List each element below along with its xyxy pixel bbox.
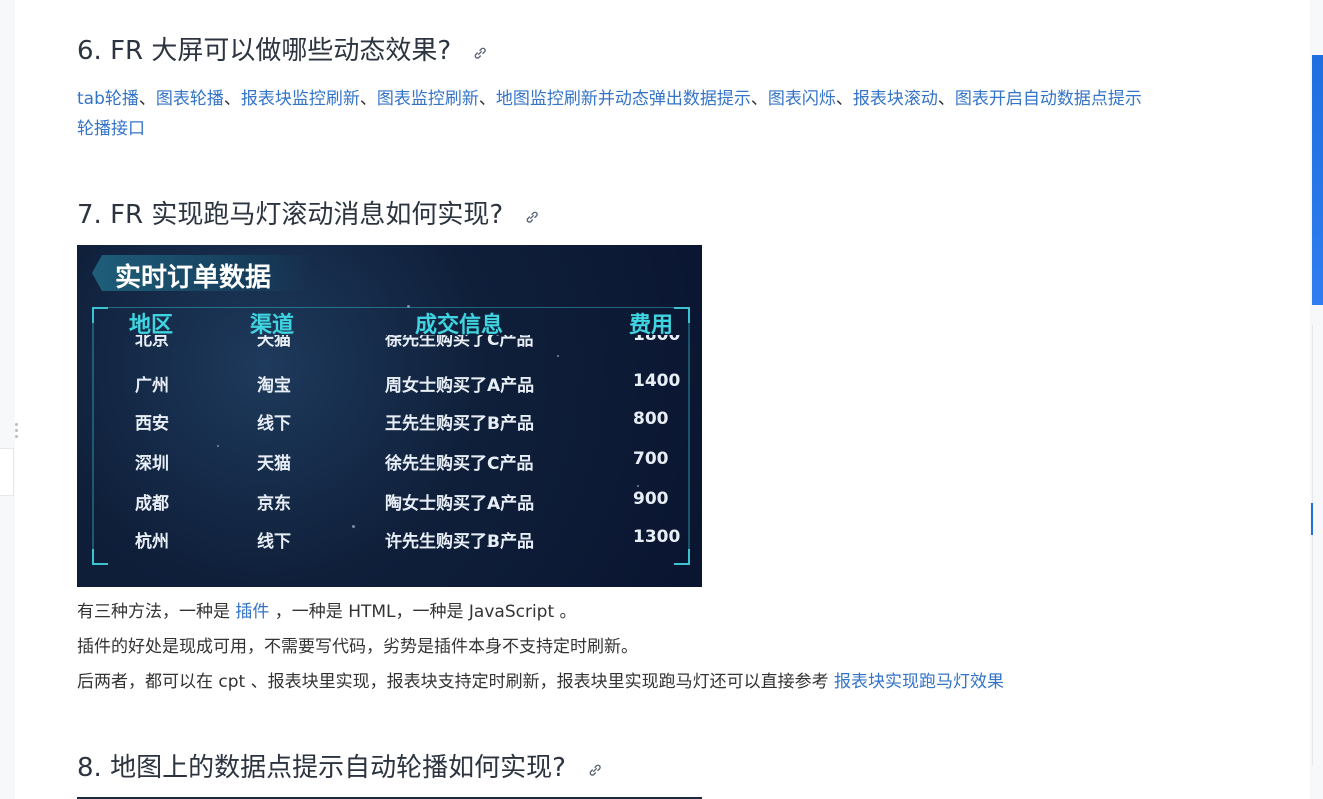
col-header-channel: 渠道 <box>250 313 295 338</box>
block-marquee-link[interactable]: 报表块实现跑马灯效果 <box>834 672 1004 692</box>
link-icon[interactable] <box>588 754 602 784</box>
section-6-title: 6. FR 大屏可以做哪些动态效果? <box>77 36 452 66</box>
left-gutter <box>0 0 15 799</box>
cell-channel: 线下 <box>257 414 291 434</box>
separator: 、 <box>138 89 156 109</box>
cell-cost: 900 <box>633 489 669 509</box>
methods-text: 有三种方法，一种是 <box>77 602 236 622</box>
cell-region: 杭州 <box>135 532 169 552</box>
methods-paragraph: 有三种方法，一种是 插件 ，一种是 HTML，一种是 JavaScript 。 <box>77 597 577 622</box>
section-6-heading: 6. FR 大屏可以做哪些动态效果? <box>77 30 487 67</box>
cell-info: 徐先生购买了C产品 <box>385 454 534 474</box>
col-header-region: 地区 <box>129 313 174 338</box>
plugin-link[interactable]: 插件 <box>235 602 269 622</box>
cell-info: 周女士购买了A产品 <box>385 376 535 396</box>
link-icon[interactable] <box>525 201 539 231</box>
demo-title: 实时订单数据 <box>115 263 272 293</box>
separator: 、 <box>478 89 496 109</box>
effects-list: tab轮播、图表轮播、报表块监控刷新、图表监控刷新、地图监控刷新并动态弹出数据提… <box>77 84 1142 144</box>
section-8-heading: 8. 地图上的数据点提示自动轮播如何实现? <box>77 747 602 784</box>
cell-cost: 800 <box>633 409 669 429</box>
plugin-pros-paragraph: 插件的好处是现成可用，不需要写代码，劣势是插件本身不支持定时刷新。 <box>77 637 638 657</box>
separator: 、 <box>359 89 377 109</box>
toc-active-marker <box>1311 503 1313 535</box>
separator: 、 <box>223 89 241 109</box>
other-methods-paragraph: 后两者，都可以在 cpt 、报表块里实现，报表块支持定时刷新，报表块里实现跑马灯… <box>77 667 1004 692</box>
cell-region: 成都 <box>135 494 169 514</box>
link-icon[interactable] <box>473 37 487 67</box>
cell-info: 王先生购买了B产品 <box>385 414 534 434</box>
separator: 、 <box>937 89 955 109</box>
effect-link-chart-refresh[interactable]: 图表监控刷新 <box>377 89 479 109</box>
cell-channel: 线下 <box>257 532 291 552</box>
methods-text-suffix: ，一种是 HTML，一种是 JavaScript 。 <box>269 602 577 622</box>
cell-info: 陶女士购买了A产品 <box>385 494 535 514</box>
toc-scroll-indicator[interactable] <box>1312 55 1323 305</box>
marquee-demo-image: 实时订单数据 地区 渠道 成交信息 费用 北京 天猫 徐先生购买了C产品 1800 广州… <box>77 245 702 587</box>
cell-channel: 天猫 <box>257 454 291 474</box>
cell-region: 广州 <box>135 376 169 396</box>
effect-link-map-refresh[interactable]: 地图监控刷新并动态弹出数据提示 <box>496 89 751 109</box>
cell-channel: 淘宝 <box>257 376 291 396</box>
section-8-title: 8. 地图上的数据点提示自动轮播如何实现? <box>77 753 566 783</box>
effect-link-carousel-api[interactable]: 轮播接口 <box>77 119 145 139</box>
cell-cost: 1400 <box>633 371 681 391</box>
toc-track <box>1312 325 1313 765</box>
cell-channel: 京东 <box>257 494 291 514</box>
section-7-title: 7. FR 实现跑马灯滚动消息如何实现? <box>77 200 504 230</box>
effect-link-chart-flash[interactable]: 图表闪烁 <box>768 89 836 109</box>
cell-region: 深圳 <box>135 454 169 474</box>
effect-link-chart-carousel[interactable]: 图表轮播 <box>156 89 224 109</box>
sidebar-toggle-tab[interactable] <box>0 448 14 496</box>
effect-link-block-refresh[interactable]: 报表块监控刷新 <box>241 89 360 109</box>
cell-cost: 700 <box>633 449 669 469</box>
separator: 、 <box>835 89 853 109</box>
col-header-info: 成交信息 <box>415 313 504 338</box>
section-7-heading: 7. FR 实现跑马灯滚动消息如何实现? <box>77 194 539 231</box>
separator: 、 <box>750 89 768 109</box>
effect-link-auto-tooltip[interactable]: 图表开启自动数据点提示 <box>955 89 1142 109</box>
drag-handle-icon[interactable] <box>15 423 19 443</box>
col-header-cost: 费用 <box>629 313 674 338</box>
cell-region: 西安 <box>135 414 169 434</box>
effect-link-tab-carousel[interactable]: tab轮播 <box>77 89 139 109</box>
cell-cost: 1300 <box>633 527 681 547</box>
cell-info: 许先生购买了B产品 <box>385 532 534 552</box>
effect-link-block-scroll[interactable]: 报表块滚动 <box>853 89 938 109</box>
other-methods-text: 后两者，都可以在 cpt 、报表块里实现，报表块支持定时刷新，报表块里实现跑马灯… <box>77 672 835 692</box>
